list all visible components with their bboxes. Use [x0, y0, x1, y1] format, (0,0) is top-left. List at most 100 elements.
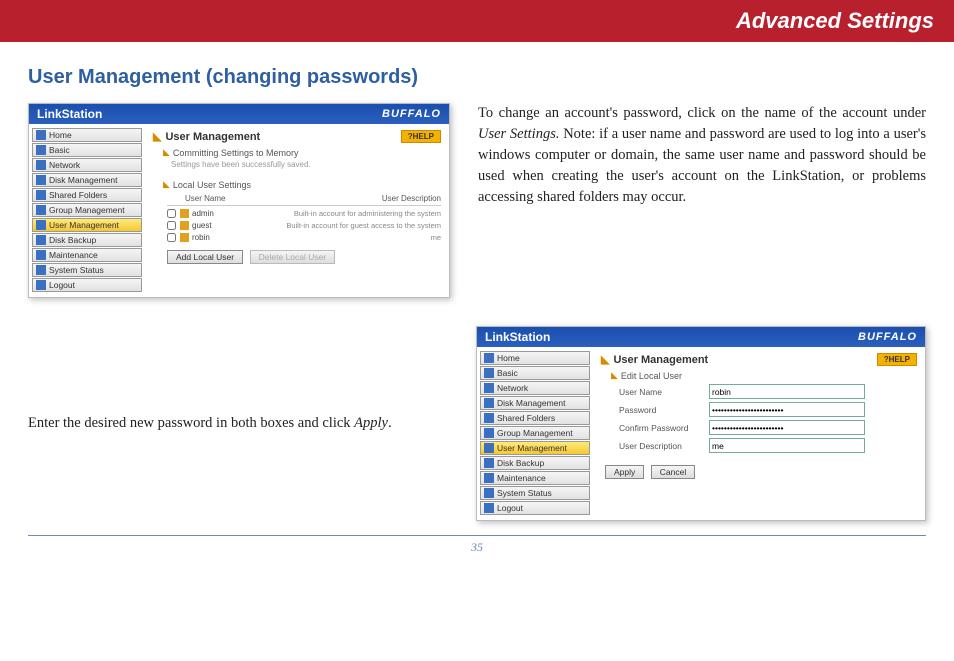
user-icon [180, 209, 189, 218]
sidebar-item-user-management[interactable]: User Management [32, 218, 142, 232]
username-label: User Name [619, 387, 709, 397]
sidebar-item-home[interactable]: Home [480, 351, 590, 365]
nav-icon [484, 488, 494, 498]
nav-icon [484, 413, 494, 423]
sidebar-item-group-management[interactable]: Group Management [32, 203, 142, 217]
sidebar-item-network[interactable]: Network [480, 381, 590, 395]
paragraph-1: To change an account's password, click o… [478, 103, 926, 208]
main-panel: ◣User Management ?HELP ◣Edit Local User … [593, 347, 925, 520]
sidebar-item-label: Logout [497, 503, 523, 513]
user-description: Built-in account for guest access to the… [286, 221, 441, 230]
cancel-button[interactable]: Cancel [651, 465, 695, 479]
password-input[interactable] [709, 402, 865, 417]
sidebar-item-disk-management[interactable]: Disk Management [32, 173, 142, 187]
main-panel: ◣User Management ?HELP ◣Committing Setti… [145, 124, 449, 297]
help-button[interactable]: ?HELP [401, 130, 441, 143]
sidebar-item-logout[interactable]: Logout [32, 278, 142, 292]
nav-icon [484, 383, 494, 393]
sidebar-item-label: Shared Folders [49, 190, 107, 200]
nav-icon [36, 190, 46, 200]
sidebar-item-disk-backup[interactable]: Disk Backup [32, 233, 142, 247]
help-button[interactable]: ?HELP [877, 353, 917, 366]
subsection-localusers: Local User Settings [173, 180, 251, 190]
sidebar-item-label: Network [497, 383, 528, 393]
nav-icon [36, 265, 46, 275]
nav-icon [484, 443, 494, 453]
commit-message: Settings have been successfully saved. [171, 160, 441, 169]
sidebar-item-label: System Status [49, 265, 104, 275]
sidebar-item-label: Basic [49, 145, 70, 155]
sidebar-item-home[interactable]: Home [32, 128, 142, 142]
sidebar-item-shared-folders[interactable]: Shared Folders [32, 188, 142, 202]
page-number: 35 [471, 540, 483, 554]
user-description: me [431, 233, 441, 242]
nav-icon [36, 220, 46, 230]
nav-icon [36, 205, 46, 215]
sidebar-item-basic[interactable]: Basic [480, 366, 590, 380]
user-name: guest [192, 221, 212, 230]
app-titlebar: LinkStation BUFFALO [29, 104, 449, 124]
nav-icon [36, 250, 46, 260]
sidebar: Home Basic Network Disk Management Shared Fo… [29, 124, 145, 297]
user-row[interactable]: robin me [167, 233, 441, 242]
sidebar-item-basic[interactable]: Basic [32, 143, 142, 157]
arrow-icon: ◣ [611, 370, 618, 381]
app-titlebar: LinkStation BUFFALO [477, 327, 925, 347]
sidebar-item-label: Group Management [497, 428, 573, 438]
sidebar-item-label: Disk Management [49, 175, 118, 185]
sidebar-item-network[interactable]: Network [32, 158, 142, 172]
nav-icon [36, 235, 46, 245]
nav-icon [484, 353, 494, 363]
sidebar-item-system-status[interactable]: System Status [480, 486, 590, 500]
col-username: User Name [185, 194, 225, 203]
nav-icon [484, 368, 494, 378]
nav-icon [484, 503, 494, 513]
delete-local-user-button: Delete Local User [250, 250, 336, 264]
sidebar-item-disk-management[interactable]: Disk Management [480, 396, 590, 410]
confirm-password-label: Confirm Password [619, 423, 709, 433]
sidebar-item-label: Shared Folders [497, 413, 555, 423]
section-title: User Management (changing passwords) [28, 66, 926, 89]
page-footer: 35 [28, 535, 926, 559]
col-description: User Description [382, 194, 441, 203]
user-checkbox[interactable] [167, 233, 176, 242]
sidebar-item-label: User Management [49, 220, 119, 230]
sidebar-item-label: Logout [49, 280, 75, 290]
sidebar-item-maintenance[interactable]: Maintenance [32, 248, 142, 262]
sidebar-item-label: Home [49, 130, 72, 140]
header-title: Advanced Settings [736, 8, 934, 34]
sidebar-item-label: Network [49, 160, 80, 170]
sidebar-item-label: Disk Backup [497, 458, 544, 468]
user-checkbox[interactable] [167, 221, 176, 230]
nav-icon [484, 458, 494, 468]
sidebar-item-user-management[interactable]: User Management [480, 441, 590, 455]
sidebar-item-system-status[interactable]: System Status [32, 263, 142, 277]
user-checkbox[interactable] [167, 209, 176, 218]
username-input[interactable] [709, 384, 865, 399]
user-row[interactable]: admin Built-in account for administering … [167, 209, 441, 218]
sidebar-item-group-management[interactable]: Group Management [480, 426, 590, 440]
nav-icon [36, 280, 46, 290]
add-local-user-button[interactable]: Add Local User [167, 250, 243, 264]
user-name: robin [192, 233, 210, 242]
apply-button[interactable]: Apply [605, 465, 644, 479]
confirm-password-input[interactable] [709, 420, 865, 435]
sidebar-item-label: Disk Management [497, 398, 566, 408]
sidebar-item-label: Home [497, 353, 520, 363]
nav-icon [484, 428, 494, 438]
arrow-icon: ◣ [601, 354, 609, 366]
user-name: admin [192, 209, 214, 218]
arrow-icon: ◣ [163, 147, 170, 158]
description-input[interactable] [709, 438, 865, 453]
sidebar-item-label: System Status [497, 488, 552, 498]
sidebar-item-disk-backup[interactable]: Disk Backup [480, 456, 590, 470]
sidebar-item-maintenance[interactable]: Maintenance [480, 471, 590, 485]
password-label: Password [619, 405, 709, 415]
user-row[interactable]: guest Built-in account for guest access t… [167, 221, 441, 230]
sidebar-item-logout[interactable]: Logout [480, 501, 590, 515]
sidebar-item-shared-folders[interactable]: Shared Folders [480, 411, 590, 425]
user-description: Built-in account for administering the s… [294, 209, 441, 218]
user-icon [180, 221, 189, 230]
subsection-commit: Committing Settings to Memory [173, 148, 299, 158]
app-logo: BUFFALO [382, 108, 441, 120]
